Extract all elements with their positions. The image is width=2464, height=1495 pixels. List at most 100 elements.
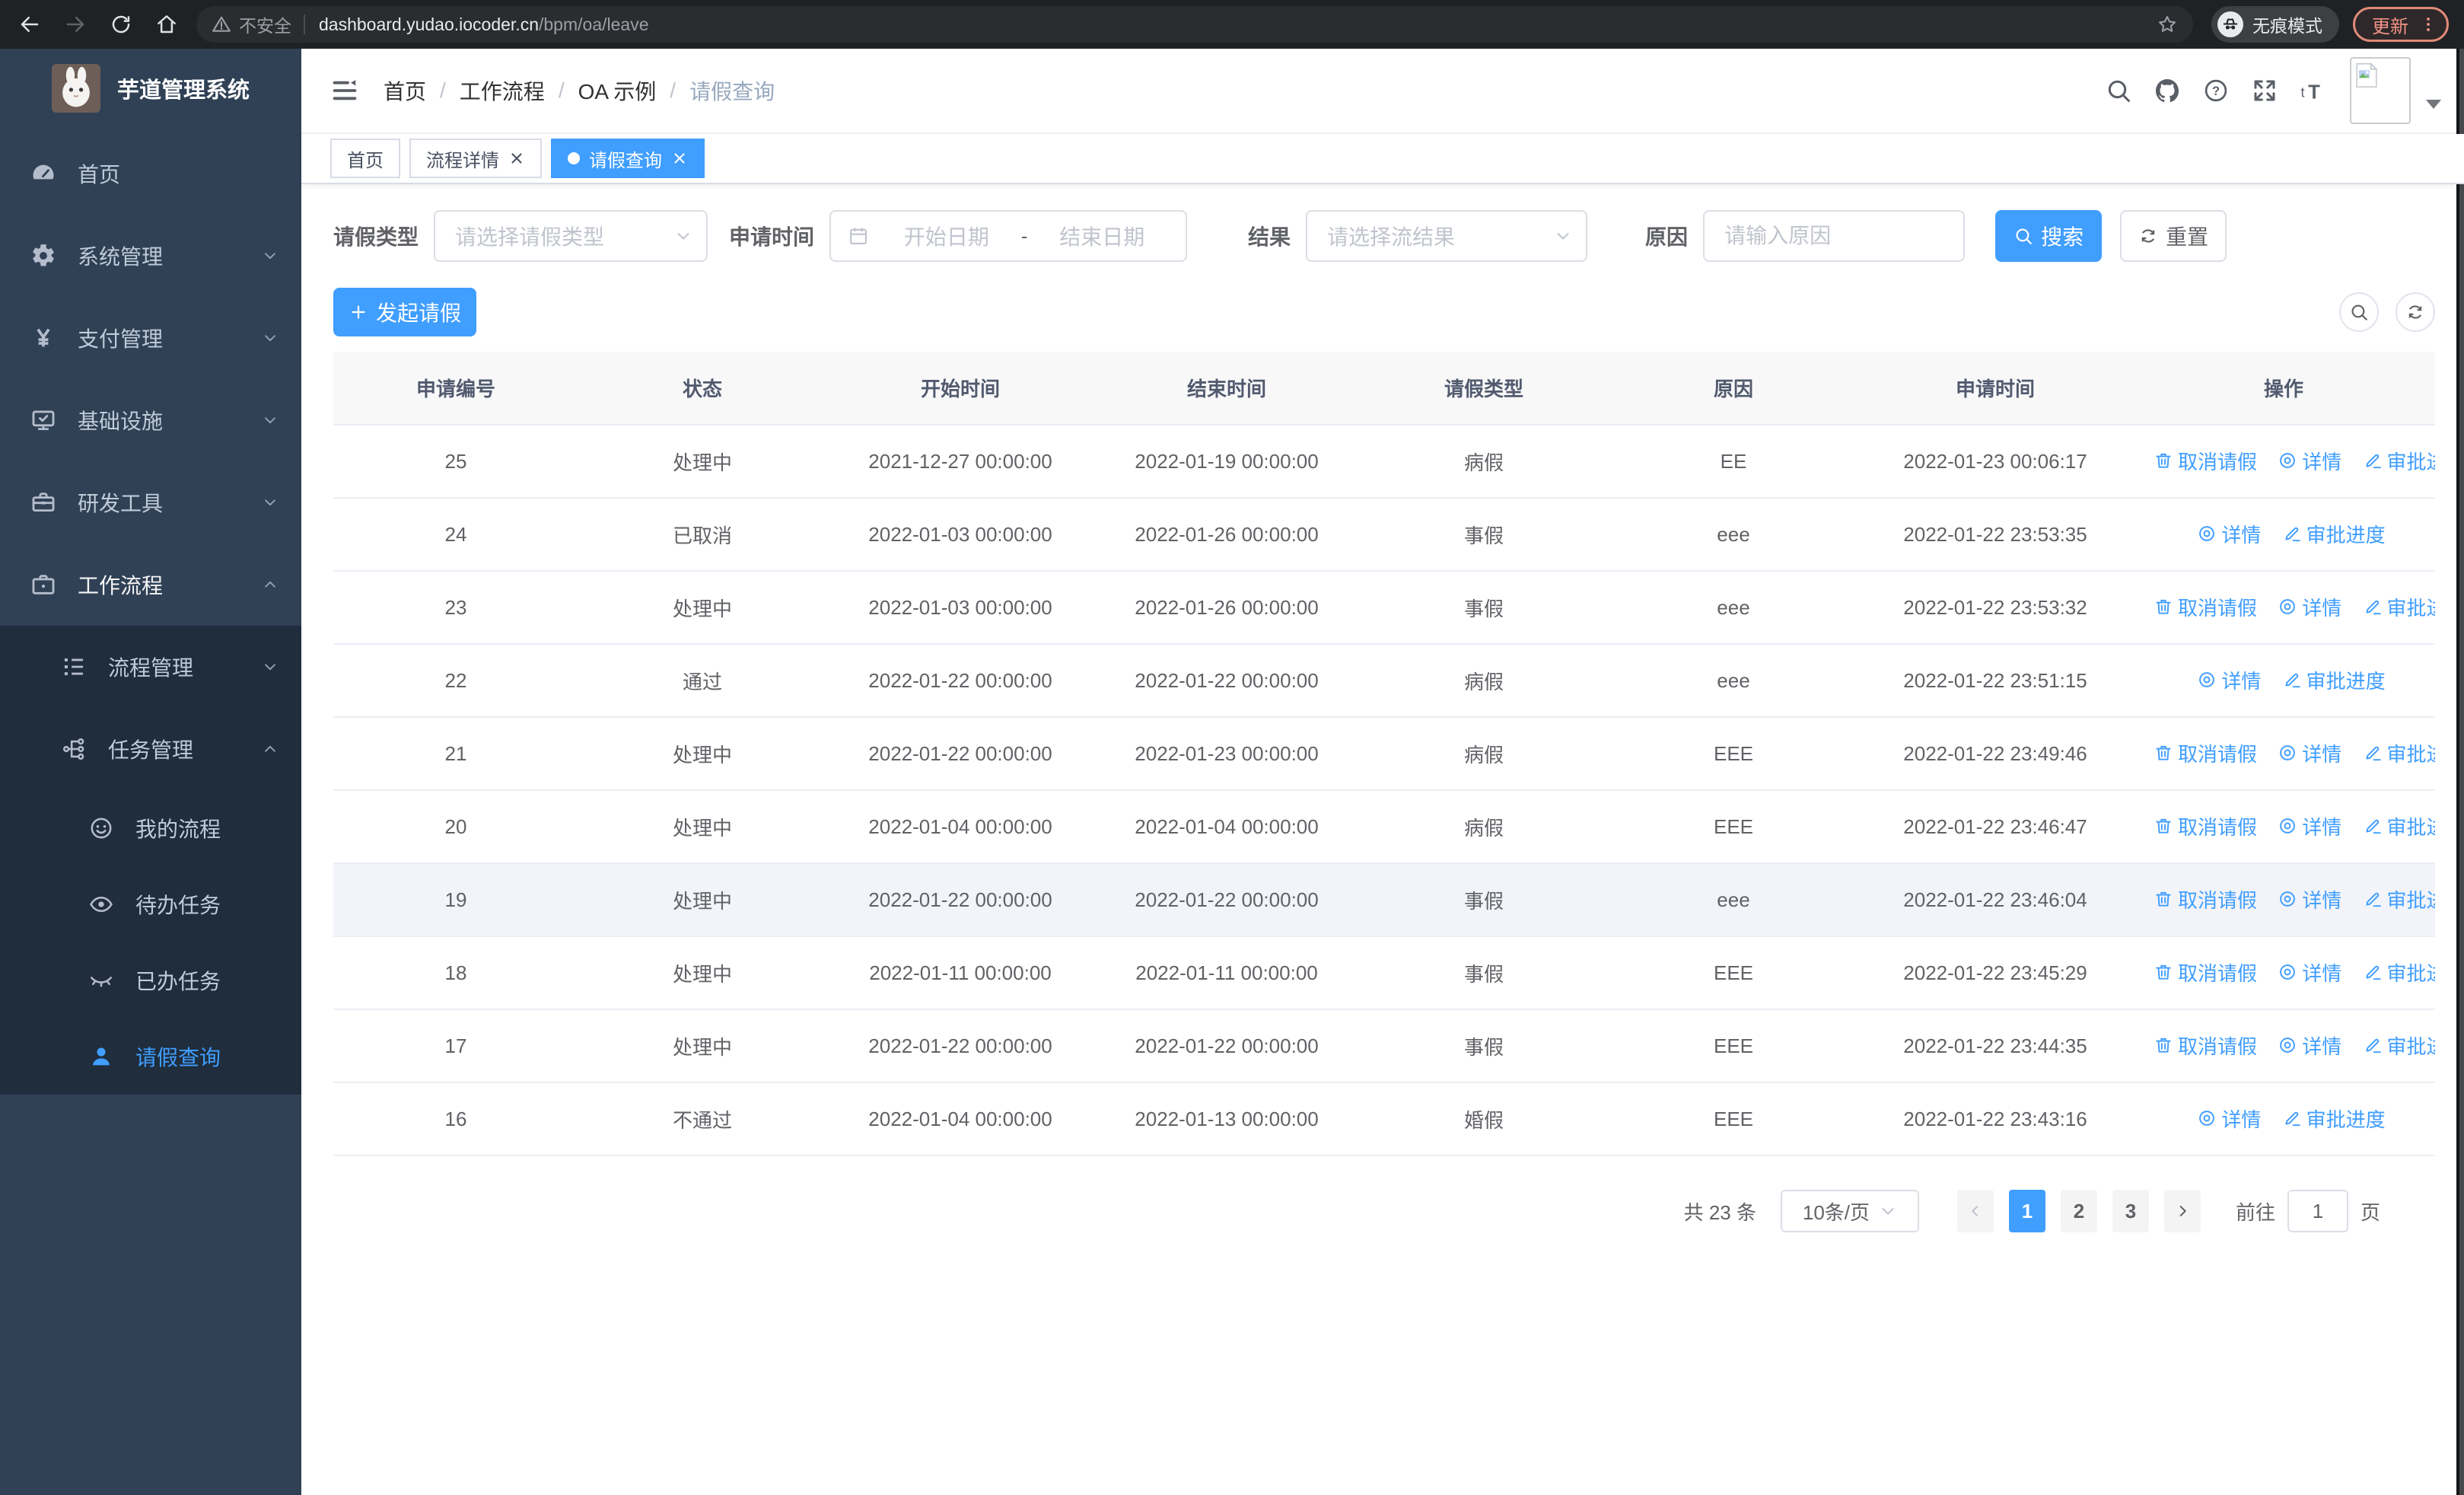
approval-progress-link[interactable]: 审批进度 [2282,1105,2386,1133]
detail-link[interactable]: 详情 [2278,447,2341,475]
search-button[interactable]: 搜索 [1995,210,2103,262]
breadcrumb-item[interactable]: / 请假查询 [656,75,775,106]
cell-actions: 取消请假 详情 审批进度 [2132,717,2435,791]
detail-link[interactable]: 详情 [2278,1031,2341,1060]
forward-button[interactable] [64,13,87,36]
view-icon [2278,962,2297,982]
scrollbar[interactable] [2456,49,2464,1495]
detail-link[interactable]: 详情 [2278,739,2341,767]
edit-icon [2363,451,2383,470]
warning-icon [212,14,231,34]
home-button[interactable] [155,13,178,36]
cell-start-time: 2022-01-11 00:00:00 [826,936,1094,1010]
detail-link[interactable]: 详情 [2278,593,2341,621]
reset-button[interactable]: 重置 [2120,210,2227,262]
kebab-menu-icon[interactable] [2419,15,2437,33]
tab[interactable]: 流程详情 [409,139,542,178]
approval-progress-link[interactable]: 审批进度 [2363,812,2435,840]
approval-progress-link[interactable]: 审批进度 [2282,520,2386,548]
detail-link[interactable]: 详情 [2197,666,2261,694]
breadcrumb-item[interactable]: / OA 示例 [545,75,656,106]
tab[interactable]: 首页 [330,139,400,178]
prev-page-button[interactable] [1956,1190,1994,1232]
cancel-leave-link[interactable]: 取消请假 [2154,447,2257,475]
approval-progress-link[interactable]: 审批进度 [2363,739,2435,767]
tab[interactable]: 请假查询 [551,139,705,178]
github-icon[interactable] [2154,77,2181,104]
toggle-search-button[interactable] [2339,292,2379,332]
cell-apply-id: 25 [333,425,578,499]
back-button[interactable] [18,13,41,36]
approval-progress-link[interactable]: 审批进度 [2282,666,2386,694]
approval-progress-link[interactable]: 审批进度 [2363,885,2435,913]
apply-time-range-picker[interactable]: 开始日期 - 结束日期 [829,210,1188,262]
bookmark-star-icon[interactable] [2157,14,2178,35]
breadcrumb-item[interactable]: / 工作流程 [426,75,545,106]
approval-progress-link[interactable]: 审批进度 [2363,958,2435,987]
close-icon[interactable] [508,150,525,167]
sidebar-item[interactable]: 待办任务 [0,866,301,942]
reload-button[interactable] [110,13,132,36]
cancel-leave-link[interactable]: 取消请假 [2154,812,2257,840]
approval-progress-link[interactable]: 审批进度 [2363,593,2435,621]
page-button[interactable]: 2 [2060,1190,2097,1232]
sidebar-item[interactable]: 系统管理 [0,215,301,297]
edit-icon [2282,670,2302,690]
fullscreen-icon[interactable] [2251,77,2278,104]
sidebar-item[interactable]: 支付管理 [0,297,301,379]
refresh-button[interactable] [2396,292,2435,332]
date-range-separator: - [1020,224,1028,247]
page-button[interactable]: 1 [2008,1190,2045,1232]
search-icon[interactable] [2105,77,2132,104]
cancel-leave-link[interactable]: 取消请假 [2154,1031,2257,1060]
page-size-select[interactable]: 10条/页 [1780,1190,1919,1232]
create-leave-button[interactable]: 发起请假 [333,288,477,336]
approval-progress-link[interactable]: 审批进度 [2363,1031,2435,1060]
sidebar-item[interactable]: 首页 [0,132,301,215]
detail-link[interactable]: 详情 [2197,520,2261,548]
cell-status: 处理中 [578,936,826,1010]
caret-down-icon[interactable] [2426,100,2441,109]
trash-icon [2154,962,2173,982]
result-select[interactable]: 请选择流结果 [1306,210,1588,262]
sidebar-item[interactable]: 基础设施 [0,379,301,461]
update-button[interactable]: 更新 [2353,7,2449,42]
column-header: 结束时间 [1094,352,1359,426]
detail-link[interactable]: 详情 [2278,812,2341,840]
sidebar-item[interactable]: 已办任务 [0,942,301,1018]
breadcrumb-item[interactable]: 首页 [384,75,426,106]
sidebar-item[interactable]: 流程管理 [0,626,301,708]
help-icon[interactable] [2202,77,2230,104]
hamburger-icon[interactable] [330,76,359,105]
cell-leave-type: 病假 [1359,425,1609,499]
sidebar-item[interactable]: 工作流程 [0,543,301,626]
next-page-button[interactable] [2163,1190,2201,1232]
cancel-leave-link[interactable]: 取消请假 [2154,885,2257,913]
detail-link[interactable]: 详情 [2278,958,2341,987]
close-icon[interactable] [671,150,688,167]
detail-link[interactable]: 详情 [2278,885,2341,913]
trash-icon [2154,1035,2173,1055]
goto-page-input[interactable] [2287,1190,2348,1232]
cell-apply-id: 19 [333,863,578,937]
detail-link[interactable]: 详情 [2197,1105,2261,1133]
sidebar-item-label: 已办任务 [135,970,221,993]
approval-progress-link[interactable]: 审批进度 [2363,447,2435,475]
font-size-icon[interactable] [2300,77,2327,104]
eye-closed-icon [88,967,114,993]
url-bar[interactable]: 不安全 dashboard.yudao.iocoder.cn /bpm/oa/l… [196,6,2193,43]
chevron-down-icon [1879,1202,1897,1220]
sidebar-item[interactable]: 研发工具 [0,461,301,543]
sidebar-item[interactable]: 任务管理 [0,708,301,790]
reason-input[interactable] [1703,210,1966,262]
sidebar-item[interactable]: 请假查询 [0,1018,301,1095]
page-button[interactable]: 3 [2112,1190,2149,1232]
sidebar-item[interactable]: 我的流程 [0,790,301,866]
avatar[interactable] [2350,57,2411,124]
cell-status: 处理中 [578,425,826,499]
cancel-leave-link[interactable]: 取消请假 [2154,739,2257,767]
app-logo[interactable]: 芋道管理系统 [0,49,301,128]
cancel-leave-link[interactable]: 取消请假 [2154,958,2257,987]
cancel-leave-link[interactable]: 取消请假 [2154,593,2257,621]
leave-type-select[interactable]: 请选择请假类型 [434,210,708,262]
